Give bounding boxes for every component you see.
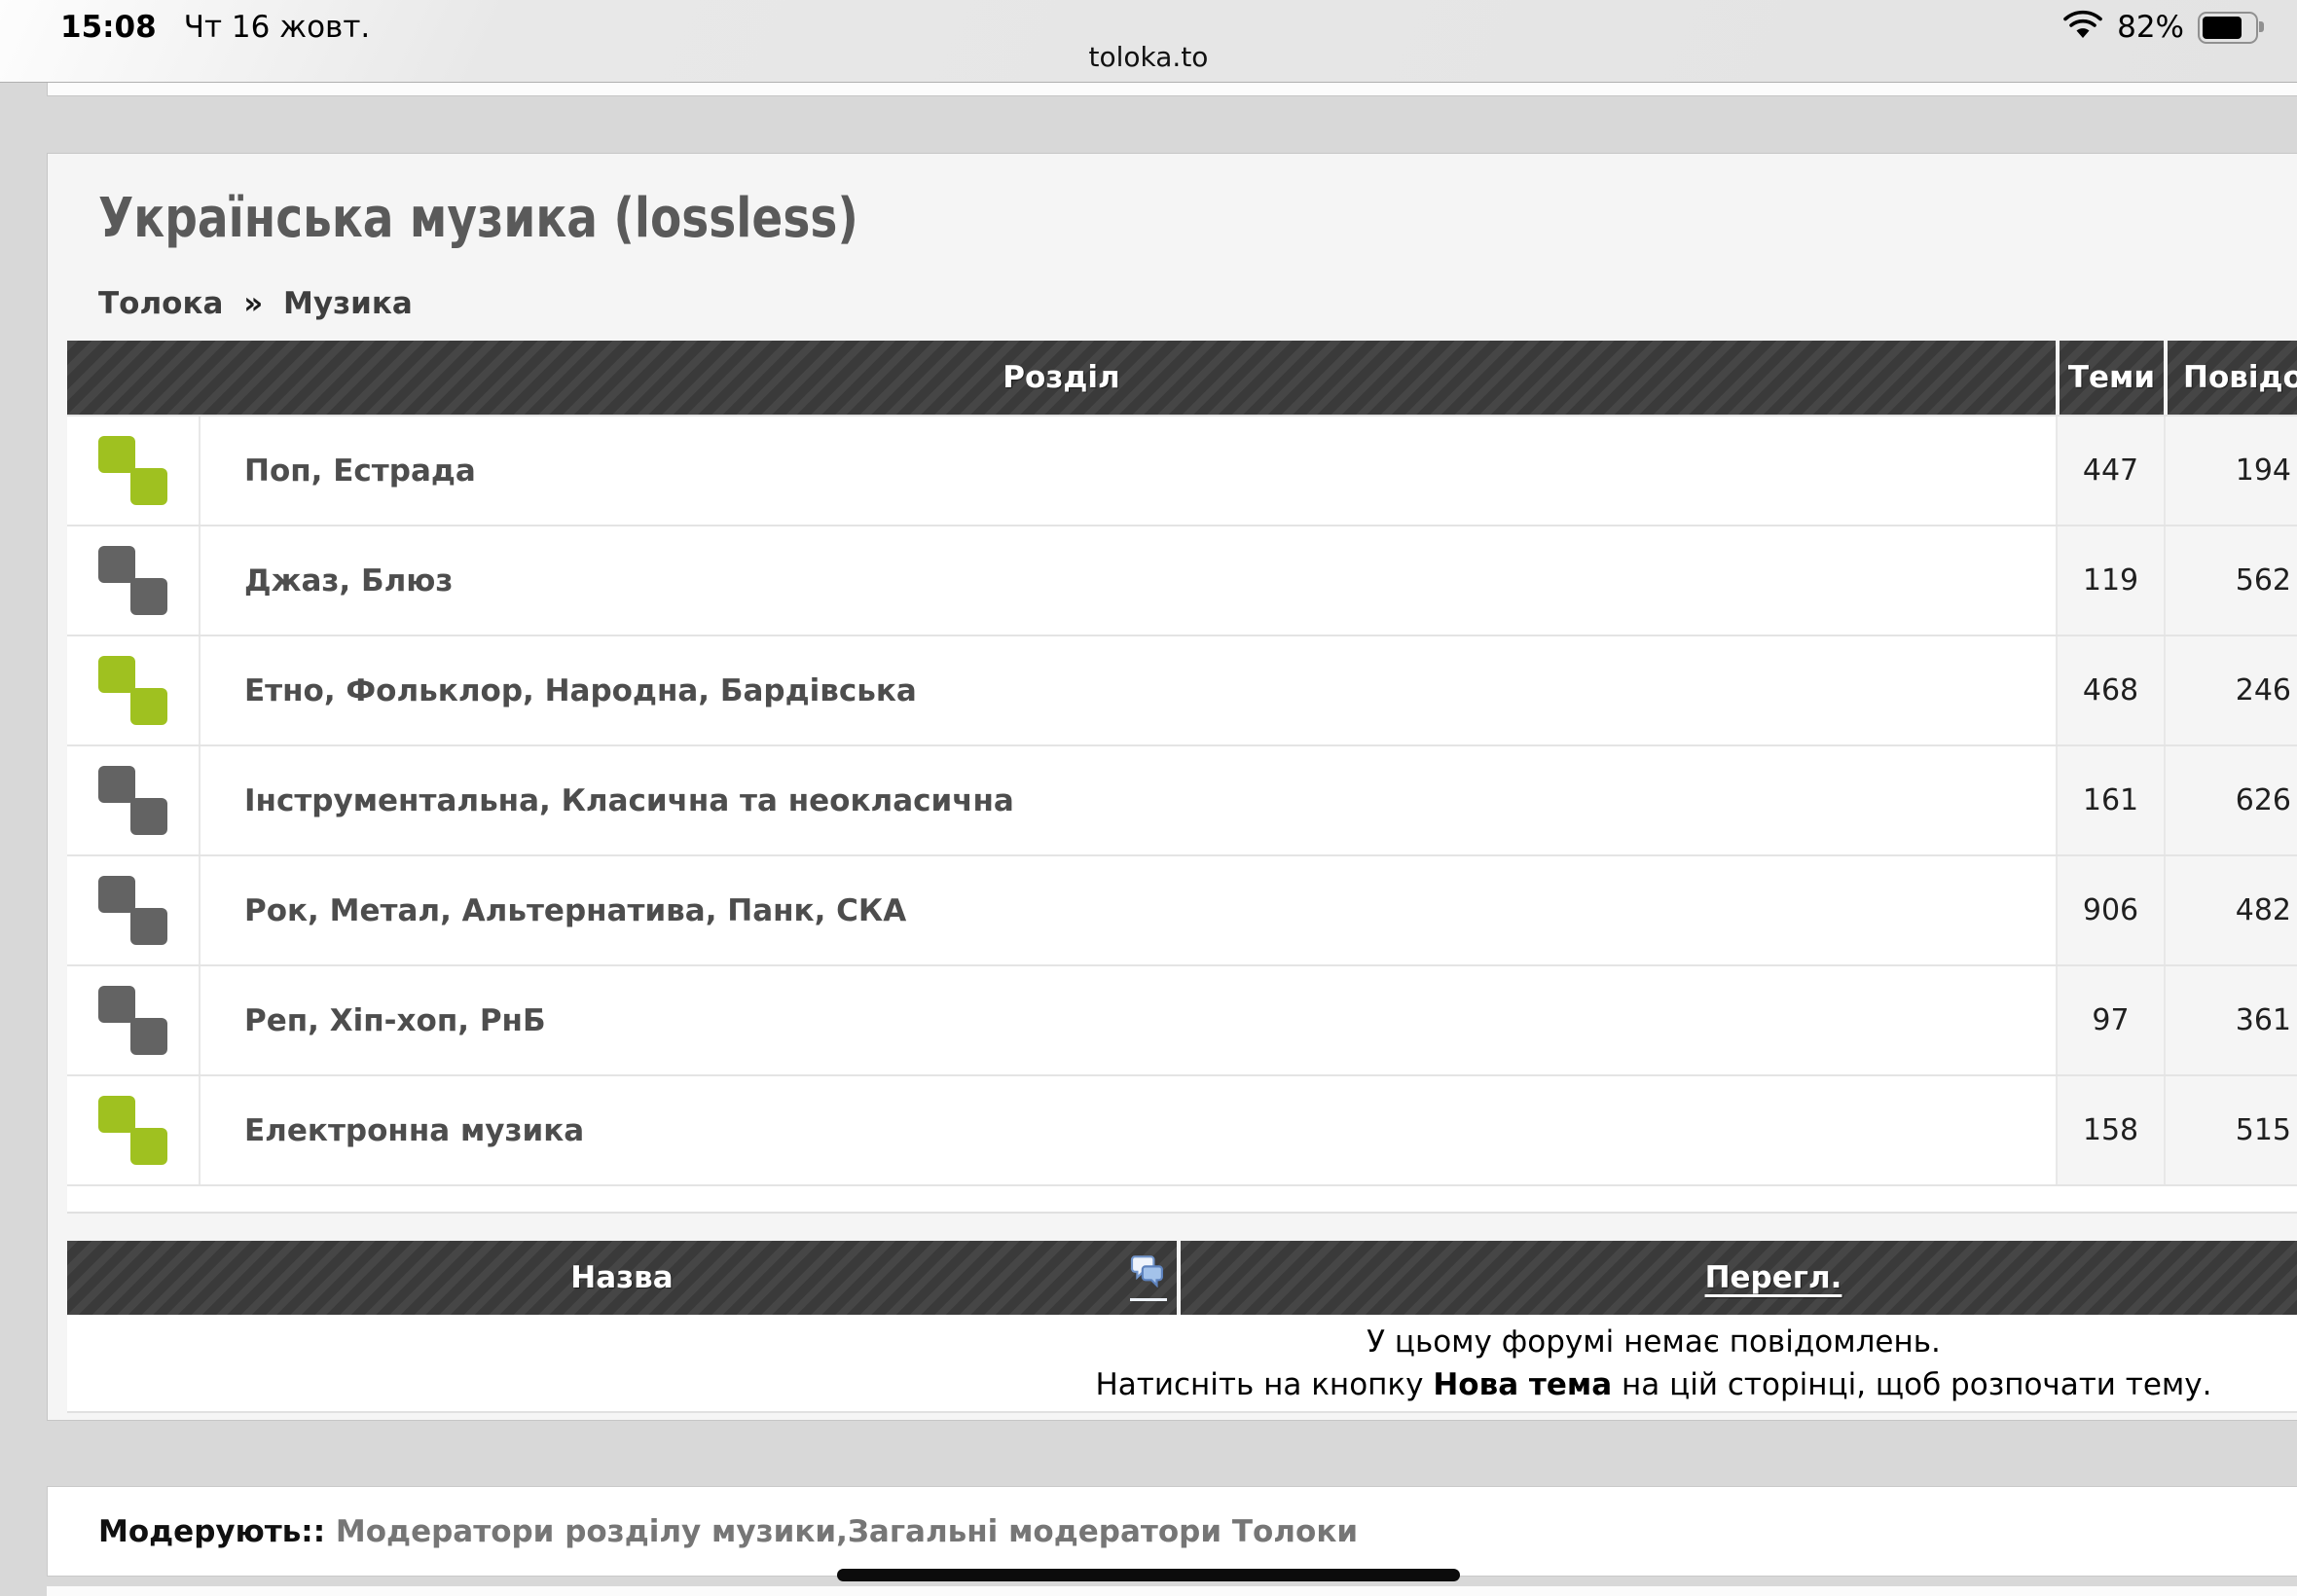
home-indicator[interactable]	[837, 1569, 1460, 1581]
forum-link[interactable]: Джаз, Блюз	[244, 563, 453, 598]
table-row: Реп, Хіп-хоп, РнБ 97 361	[67, 964, 2297, 1074]
topics-count: 906	[2056, 856, 2164, 964]
table-row: Інструментальна, Класична та неокласична…	[67, 744, 2297, 854]
column-header-section: Розділ	[67, 341, 2056, 415]
moderators-label: Модерують::	[98, 1514, 325, 1549]
forum-panel: Українська музика (lossless) Толока » Му…	[47, 153, 2297, 1421]
breadcrumb-separator: »	[243, 286, 263, 321]
posts-count: 562	[2164, 526, 2297, 635]
forum-status-icon	[67, 526, 199, 635]
no-new-posts-icon	[98, 546, 168, 616]
topics-count: 97	[2056, 966, 2164, 1074]
status-date: Чт 16 жовт.	[184, 10, 371, 45]
forum-status-icon	[67, 966, 199, 1074]
breadcrumb-link-toloka[interactable]: Толока	[98, 286, 223, 321]
browser-chrome-bar: 15:08 Чт 16 жовт. toloka.to 82%	[0, 0, 2297, 83]
moderators-link-music[interactable]: Модератори розділу музики	[336, 1514, 836, 1549]
forum-link[interactable]: Рок, Метал, Альтернатива, Панк, СКА	[244, 893, 906, 928]
screen: 15:08 Чт 16 жовт. toloka.to 82% Українськ…	[0, 0, 2297, 1596]
posts-count: 194	[2164, 417, 2297, 525]
no-new-posts-icon	[98, 986, 168, 1056]
speech-bubble-icon[interactable]	[1130, 1254, 1167, 1301]
no-new-posts-icon	[98, 766, 168, 836]
forum-status-icon	[67, 417, 199, 525]
forum-status-icon	[67, 636, 199, 744]
column-header-name: Назва	[67, 1241, 1177, 1315]
page-title: Українська музика (lossless)	[98, 187, 858, 250]
table-row: Джаз, Блюз 119 562	[67, 525, 2297, 635]
moderators-separator: ,	[836, 1514, 848, 1549]
topics-count: 447	[2056, 417, 2164, 525]
breadcrumb: Толока » Музика	[98, 286, 413, 321]
new-posts-icon	[98, 436, 168, 506]
forum-link[interactable]: Інструментальна, Класична та неокласична	[244, 783, 1014, 818]
forum-table: Розділ Теми Повідомлень Поп, Естрада 447…	[67, 341, 2297, 1214]
posts-count: 246	[2164, 636, 2297, 744]
page-top-strip	[47, 83, 2297, 96]
forum-link[interactable]: Поп, Естрада	[244, 453, 476, 489]
no-new-posts-icon	[98, 876, 168, 946]
views-sort-link[interactable]: Перегл.	[1705, 1260, 1842, 1295]
next-panel-strip	[47, 1586, 2297, 1596]
moderators-link-general[interactable]: Загальні модератори Толоки	[848, 1514, 1358, 1549]
column-header-views: Перегл.	[1181, 1241, 2297, 1315]
forum-table-footer	[67, 1184, 2297, 1214]
status-time: 15:08	[60, 10, 157, 45]
table-row: Електронна музика 158 515	[67, 1074, 2297, 1184]
column-header-name-label: Назва	[570, 1260, 673, 1295]
posts-count: 515	[2164, 1076, 2297, 1184]
battery-icon	[2198, 12, 2258, 44]
table-row: Поп, Естрада 447 194	[67, 415, 2297, 525]
forum-link[interactable]: Реп, Хіп-хоп, РнБ	[244, 1003, 546, 1038]
topics-count: 161	[2056, 746, 2164, 854]
forum-link[interactable]: Етно, Фольклор, Народна, Бардівська	[244, 673, 917, 708]
status-left: 15:08 Чт 16 жовт.	[60, 10, 370, 45]
new-posts-icon	[98, 656, 168, 726]
wifi-icon	[2062, 10, 2103, 45]
forum-link[interactable]: Електронна музика	[244, 1113, 584, 1148]
battery-percent: 82%	[2117, 10, 2184, 45]
topics-count: 158	[2056, 1076, 2164, 1184]
new-posts-icon	[98, 1096, 168, 1166]
column-header-topics: Теми	[2060, 341, 2164, 415]
column-header-posts: Повідомлень	[2168, 341, 2297, 415]
empty-message-line2: Натисніть на кнопку Нова тема на цій сто…	[133, 1363, 2297, 1406]
forum-status-icon	[67, 856, 199, 964]
posts-count: 361	[2164, 966, 2297, 1074]
topics-table-header: Назва Перегл.	[67, 1241, 2297, 1315]
forum-status-icon	[67, 746, 199, 854]
forum-table-header: Розділ Теми Повідомлень	[67, 341, 2297, 415]
posts-count: 482	[2164, 856, 2297, 964]
status-right: 82%	[2062, 10, 2258, 45]
topics-table: Назва Перегл. У цьому форумі немає повід…	[67, 1241, 2297, 1413]
moderators-panel: Модерують:: Модератори розділу музики, З…	[47, 1486, 2297, 1577]
posts-count: 626	[2164, 746, 2297, 854]
breadcrumb-link-muzyka[interactable]: Музика	[283, 286, 413, 321]
address-bar[interactable]: toloka.to	[0, 41, 2297, 73]
table-row: Етно, Фольклор, Народна, Бардівська 468 …	[67, 635, 2297, 744]
empty-message-line1: У цьому форумі немає повідомлень.	[133, 1321, 2297, 1363]
topics-count: 119	[2056, 526, 2164, 635]
new-topic-button-reference: Нова тема	[1433, 1367, 1612, 1402]
empty-forum-message: У цьому форумі немає повідомлень. Натисн…	[67, 1315, 2297, 1413]
table-row: Рок, Метал, Альтернатива, Панк, СКА 906 …	[67, 854, 2297, 964]
topics-count: 468	[2056, 636, 2164, 744]
forum-status-icon	[67, 1076, 199, 1184]
